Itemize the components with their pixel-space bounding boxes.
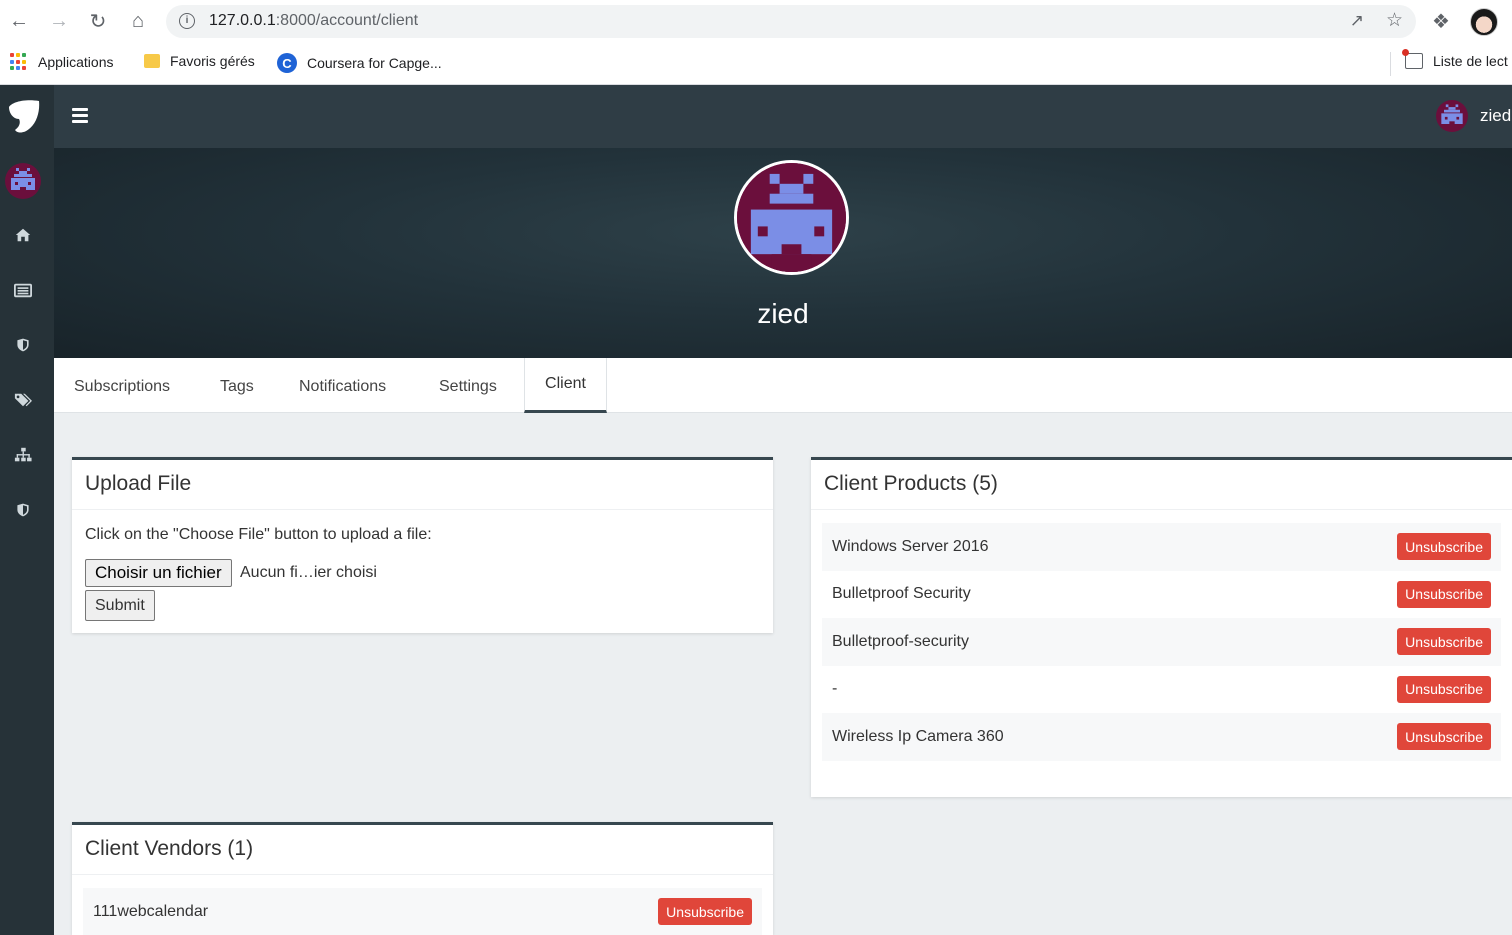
client-products-list: Windows Server 2016 Unsubscribe Bulletpr… [822, 523, 1501, 761]
unsubscribe-button[interactable]: Unsubscribe [1397, 628, 1491, 656]
forward-arrow-icon[interactable]: → [47, 9, 71, 33]
list-icon[interactable] [12, 281, 34, 303]
shield-icon[interactable] [12, 501, 34, 523]
unsubscribe-button[interactable]: Unsubscribe [1397, 675, 1491, 703]
sitemap-icon[interactable] [12, 446, 34, 468]
browser-toolbar: ← → ↻ ⌂ i 127.0.0.1:8000/account/client … [0, 0, 1512, 43]
app-logo-icon[interactable] [7, 97, 41, 135]
reading-list-icon [1402, 49, 1423, 69]
reload-icon[interactable]: ↻ [86, 9, 110, 33]
tab-notifications[interactable]: Notifications [299, 358, 386, 413]
client-products-card: Client Products (5) Windows Server 2016 … [811, 457, 1512, 797]
profile-tabs: Subscriptions Tags Notifications Setting… [54, 358, 1512, 413]
address-bar[interactable]: i 127.0.0.1:8000/account/client ↗ ☆ [166, 5, 1416, 38]
upload-file-card: Upload File Click on the "Choose File" b… [72, 457, 773, 633]
unsubscribe-button[interactable]: Unsubscribe [1397, 723, 1491, 751]
client-products-title: Client Products (5) [811, 460, 1512, 510]
back-arrow-icon[interactable]: ← [7, 9, 31, 33]
sidebar-user-avatar[interactable] [5, 163, 41, 199]
product-name: Windows Server 2016 [832, 537, 989, 555]
tab-settings[interactable]: Settings [439, 358, 497, 413]
bookmarks-divider [1390, 52, 1391, 76]
apps-grid-icon [10, 53, 28, 71]
profile-username: zied [757, 298, 809, 329]
vendor-name: 111webcalendar [93, 902, 209, 920]
site-info-icon[interactable]: i [179, 13, 195, 29]
app-topbar: zied [54, 85, 1512, 148]
client-vendors-list: 111webcalendar Unsubscribe [83, 888, 762, 935]
client-vendors-title: Client Vendors (1) [72, 825, 773, 875]
share-icon[interactable]: ↗ [1350, 11, 1364, 31]
bookmark-favoris[interactable]: Favoris gérés [144, 53, 255, 69]
tags-icon[interactable] [12, 391, 34, 413]
selected-file-name: Aucun fi…ier choisi [240, 564, 377, 581]
bookmark-label: Coursera for Capge... [307, 55, 442, 71]
unsubscribe-button[interactable]: Unsubscribe [1397, 580, 1491, 608]
reading-list-button[interactable]: Liste de lect [1402, 49, 1508, 69]
product-name: Bulletproof-security [832, 632, 969, 650]
profile-banner: zied [54, 148, 1512, 358]
home-icon[interactable]: ⌂ [126, 9, 150, 33]
menu-toggle-icon[interactable] [72, 108, 88, 123]
client-vendors-card: Client Vendors (1) 111webcalendar Unsubs… [72, 822, 773, 935]
list-item: Bulletproof Security Unsubscribe [822, 571, 1501, 619]
tab-client[interactable]: Client [524, 358, 607, 413]
home-icon[interactable] [12, 226, 34, 248]
app-sidebar [0, 85, 54, 935]
folder-icon [144, 54, 160, 68]
bookmark-applications[interactable]: Applications [10, 53, 114, 71]
list-item: Bulletproof-security Unsubscribe [822, 618, 1501, 666]
tab-tags[interactable]: Tags [220, 358, 254, 413]
upload-file-title: Upload File [72, 460, 773, 510]
bookmark-label: Favoris gérés [170, 53, 255, 69]
profile-avatar [734, 160, 849, 275]
topbar-username[interactable]: zied [1480, 106, 1511, 126]
browser-profile-avatar[interactable] [1470, 8, 1498, 36]
unsubscribe-button[interactable]: Unsubscribe [1397, 533, 1491, 561]
product-name: - [832, 680, 838, 698]
bookmark-label: Applications [38, 54, 114, 70]
shield-icon[interactable] [12, 336, 34, 358]
list-item: - Unsubscribe [822, 666, 1501, 714]
list-item: Windows Server 2016 Unsubscribe [822, 523, 1501, 571]
product-name: Bulletproof Security [832, 585, 971, 603]
choose-file-button[interactable]: Choisir un fichier [85, 559, 232, 587]
url-text[interactable]: 127.0.0.1:8000/account/client [209, 12, 418, 30]
extensions-puzzle-icon[interactable]: ❖ [1432, 9, 1450, 34]
bookmark-star-icon[interactable]: ☆ [1386, 9, 1403, 32]
user-avatar[interactable] [1436, 100, 1468, 132]
upload-instruction: Click on the "Choose File" button to upl… [85, 526, 432, 543]
bookmarks-bar: Applications Favoris gérés C Coursera fo… [0, 43, 1512, 85]
tab-subscriptions[interactable]: Subscriptions [74, 358, 170, 413]
list-item: Wireless Ip Camera 360 Unsubscribe [822, 713, 1501, 761]
unsubscribe-button[interactable]: Unsubscribe [658, 898, 752, 926]
product-name: Wireless Ip Camera 360 [832, 727, 1004, 745]
reading-list-label: Liste de lect [1433, 53, 1508, 69]
submit-button[interactable]: Submit [85, 590, 155, 621]
bookmark-coursera[interactable]: C Coursera for Capge... [277, 53, 442, 73]
coursera-icon: C [277, 53, 297, 73]
list-item: 111webcalendar Unsubscribe [83, 888, 762, 935]
